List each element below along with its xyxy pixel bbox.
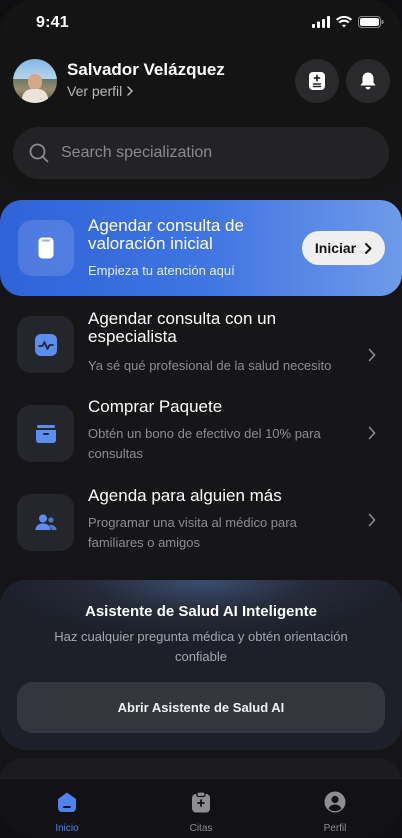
open-ai-assistant-label: Abrir Asistente de Salud AI (117, 700, 285, 715)
list-item-someone-else[interactable]: Agenda para alguien más Programar una vi… (0, 486, 402, 576)
bell-icon (360, 72, 376, 90)
tab-perfil[interactable]: Perfil (295, 791, 375, 834)
battery-icon (358, 16, 384, 28)
list-item-subtitle: Ya sé qué profesional de la salud necesi… (88, 358, 332, 373)
chevron-right-icon (368, 513, 376, 527)
search-icon (29, 143, 49, 163)
package-icon (35, 424, 56, 443)
tab-inicio[interactable]: Inicio (27, 791, 107, 834)
list-item-title: Comprar Paquete (88, 397, 223, 416)
hero-icon-box (18, 220, 74, 276)
hero-title: Agendar consulta de valoración inicial (88, 216, 244, 253)
tab-label: Inicio (55, 823, 79, 834)
tab-label: Perfil (323, 823, 347, 834)
chevron-right-icon (368, 426, 376, 440)
chevron-right-icon (127, 86, 134, 96)
options-card: Agendar consulta con un especialista Ya … (0, 296, 402, 572)
list-item-package[interactable]: Comprar Paquete Obtén un bono de efectiv… (0, 396, 402, 486)
start-button[interactable]: Iniciar (302, 231, 385, 265)
open-ai-assistant-button[interactable]: Abrir Asistente de Salud AI (17, 682, 385, 733)
view-profile-link[interactable]: Ver perfil (67, 83, 134, 99)
app-screen: 9:41 Salvador Velázquez Ver perfil Searc… (0, 0, 402, 838)
initial-consultation-card[interactable]: Agendar consulta de valoración inicial E… (0, 200, 402, 296)
specialist-icon-box (17, 316, 74, 373)
user-name: Salvador Velázquez (67, 60, 225, 79)
medical-document-icon (309, 72, 325, 90)
header-card: 9:41 Salvador Velázquez Ver perfil (0, 0, 402, 190)
clipboard-icon (192, 791, 210, 813)
home-icon (58, 792, 76, 812)
tab-bar: Inicio Citas Perfil (0, 778, 402, 838)
status-bar: 9:41 (0, 0, 402, 48)
ai-assistant-title: Asistente de Salud AI Inteligente (85, 603, 317, 620)
package-icon-box (17, 405, 74, 462)
list-item-specialist[interactable]: Agendar consulta con un especialista Ya … (0, 306, 402, 396)
tab-label: Citas (189, 823, 213, 834)
view-profile-label: Ver perfil (67, 83, 123, 99)
medical-records-button[interactable] (295, 59, 339, 103)
phone-device-icon (38, 237, 54, 259)
list-item-subtitle: Programar una visita al médico para fami… (88, 515, 297, 550)
search-input[interactable] (61, 144, 361, 162)
status-indicators (312, 16, 384, 28)
status-time: 9:41 (36, 14, 69, 31)
notifications-button[interactable] (346, 59, 390, 103)
wifi-icon (336, 16, 352, 28)
start-button-label: Iniciar (314, 240, 357, 256)
users-icon (35, 514, 56, 530)
list-item-subtitle: Obtén un bono de efectivo del 10% para c… (88, 426, 321, 461)
list-item-title: Agendar consulta con un especialista (88, 309, 277, 346)
search-bar[interactable] (13, 127, 389, 179)
health-chart-icon (34, 333, 57, 356)
avatar[interactable] (13, 59, 57, 103)
user-icon (324, 791, 346, 813)
chevron-right-icon (365, 242, 372, 254)
users-icon-box (17, 494, 74, 551)
list-item-title: Agenda para alguien más (88, 486, 282, 505)
ai-assistant-card: Asistente de Salud AI Inteligente Haz cu… (0, 580, 402, 750)
tab-citas[interactable]: Citas (161, 791, 241, 834)
chevron-right-icon (368, 348, 376, 362)
ai-assistant-subtitle: Haz cualquier pregunta médica y obtén or… (54, 629, 348, 664)
signal-icon (312, 16, 330, 28)
hero-subtitle: Empieza tu atención aquí (88, 263, 235, 278)
